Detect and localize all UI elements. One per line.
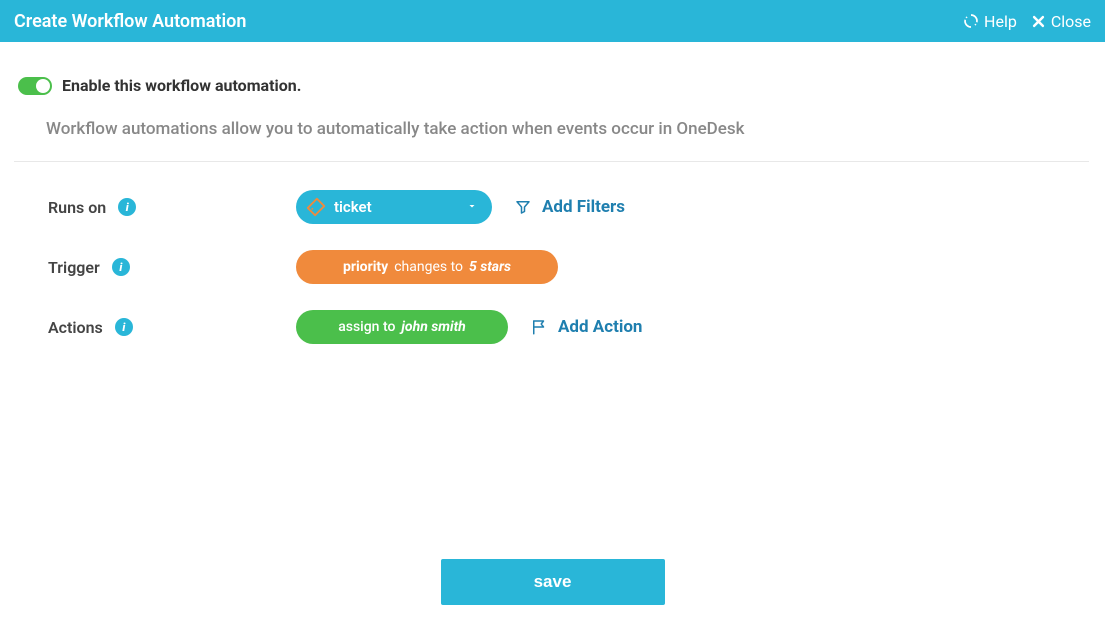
runs-on-value: ticket [334, 198, 372, 216]
filter-icon [514, 198, 532, 216]
add-action-label: Add Action [558, 317, 642, 337]
trigger-pill[interactable]: priority changes to 5 stars [296, 250, 558, 284]
trigger-operator: changes to [394, 259, 463, 275]
action-target: john smith [401, 319, 465, 335]
trigger-label: Trigger [48, 258, 100, 277]
trigger-value: 5 stars [469, 259, 511, 275]
flag-icon [530, 318, 548, 336]
ticket-icon [304, 195, 328, 219]
enable-toggle[interactable] [18, 77, 52, 95]
enable-toggle-row: Enable this workflow automation. [18, 76, 1059, 95]
action-verb: assign to [338, 319, 395, 335]
info-icon[interactable]: i [112, 258, 130, 276]
toggle-knob [36, 79, 50, 93]
header-actions: Help Close [963, 12, 1091, 31]
enable-toggle-label: Enable this workflow automation. [62, 76, 301, 95]
action-pill[interactable]: assign to john smith [296, 310, 508, 344]
help-label: Help [984, 12, 1017, 31]
add-filters-link[interactable]: Add Filters [514, 197, 625, 217]
actions-row: Actions i assign to john smith Add Actio… [48, 310, 1059, 344]
runs-on-label: Runs on [48, 198, 106, 217]
dialog-content: Enable this workflow automation. Workflo… [0, 42, 1105, 388]
runs-on-select[interactable]: ticket [296, 190, 492, 224]
trigger-row: Trigger i priority changes to 5 stars [48, 250, 1059, 284]
info-icon[interactable]: i [115, 318, 133, 336]
add-filters-label: Add Filters [542, 197, 625, 217]
form-area: Runs on i ticket Add Fil [48, 190, 1059, 344]
trigger-label-wrap: Trigger i [48, 258, 296, 277]
add-action-link[interactable]: Add Action [530, 317, 642, 337]
help-button[interactable]: Help [963, 12, 1017, 31]
actions-label-wrap: Actions i [48, 318, 296, 337]
chevron-down-icon [466, 198, 478, 216]
dialog-header: Create Workflow Automation Help Close [0, 0, 1105, 42]
dialog-footer: save [0, 559, 1105, 605]
actions-label: Actions [48, 318, 103, 337]
info-icon[interactable]: i [118, 198, 136, 216]
divider [14, 161, 1089, 162]
save-button[interactable]: save [441, 559, 665, 605]
dialog-title: Create Workflow Automation [14, 11, 963, 32]
close-label: Close [1051, 12, 1091, 31]
close-icon [1031, 14, 1046, 29]
close-button[interactable]: Close [1031, 12, 1091, 31]
automation-description: Workflow automations allow you to automa… [46, 119, 1059, 139]
help-icon [963, 13, 979, 29]
runs-on-label-wrap: Runs on i [48, 198, 296, 217]
trigger-field: priority [343, 259, 388, 275]
runs-on-row: Runs on i ticket Add Fil [48, 190, 1059, 224]
